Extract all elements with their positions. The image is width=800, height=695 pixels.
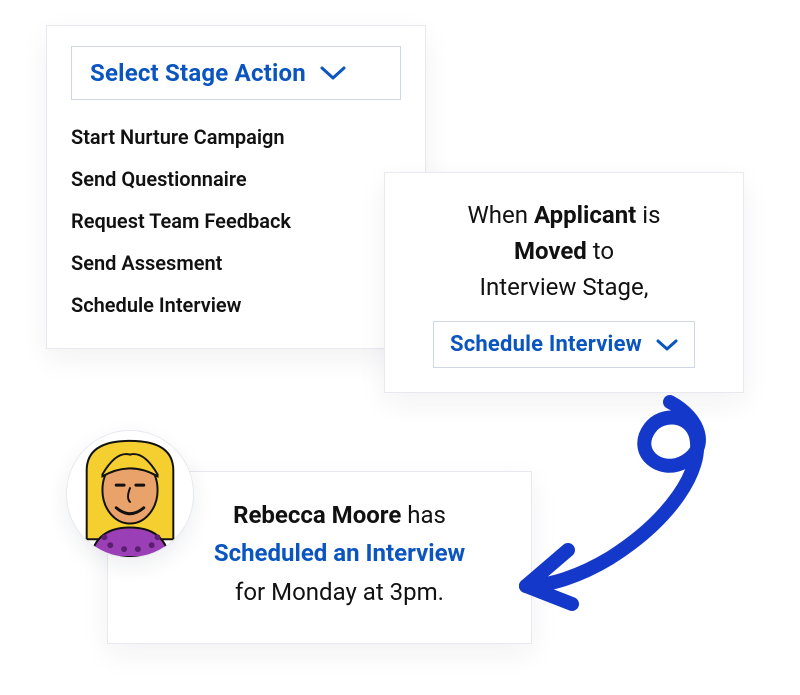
notification-name: Rebecca Moore: [233, 501, 401, 529]
rule-mid1: is: [636, 201, 660, 229]
stage-action-options: Start Nurture Campaign Send Questionnair…: [71, 116, 401, 326]
select-stage-action-label: Select Stage Action: [90, 59, 306, 87]
rule-entity: Applicant: [534, 201, 636, 229]
select-stage-action-dropdown[interactable]: Select Stage Action: [71, 46, 401, 100]
chevron-down-icon: [656, 338, 678, 352]
stage-action-option[interactable]: Send Questionnaire: [71, 158, 401, 200]
rule-text: When Applicant is Moved to Interview Sta…: [413, 197, 715, 305]
avatar: [66, 430, 194, 558]
rule-action-dropdown[interactable]: Schedule Interview: [433, 321, 695, 368]
stage-action-option[interactable]: Start Nurture Campaign: [71, 116, 401, 158]
notification-has: has: [401, 501, 446, 529]
notification-when-prefix: for: [235, 578, 271, 606]
stage-action-option[interactable]: Request Team Feedback: [71, 200, 401, 242]
rule-stage: Interview Stage,: [480, 273, 649, 301]
chevron-down-icon: [320, 65, 346, 81]
rule-prefix: When: [467, 201, 533, 229]
stage-action-option[interactable]: Send Assesment: [71, 242, 401, 284]
rule-card: When Applicant is Moved to Interview Sta…: [384, 172, 744, 393]
notification-text: Rebecca Moore has Scheduled an Interview…: [178, 496, 501, 611]
arrow-icon: [500, 390, 740, 620]
notification-action: Scheduled an Interview: [214, 539, 465, 567]
stage-action-option[interactable]: Schedule Interview: [71, 284, 401, 326]
stage-action-card: Select Stage Action Start Nurture Campai…: [46, 25, 426, 349]
rule-action-label: Schedule Interview: [450, 332, 642, 357]
notification-when: Monday at 3pm.: [271, 578, 444, 606]
rule-verb: Moved: [514, 237, 587, 265]
rule-mid2: to: [587, 237, 614, 265]
